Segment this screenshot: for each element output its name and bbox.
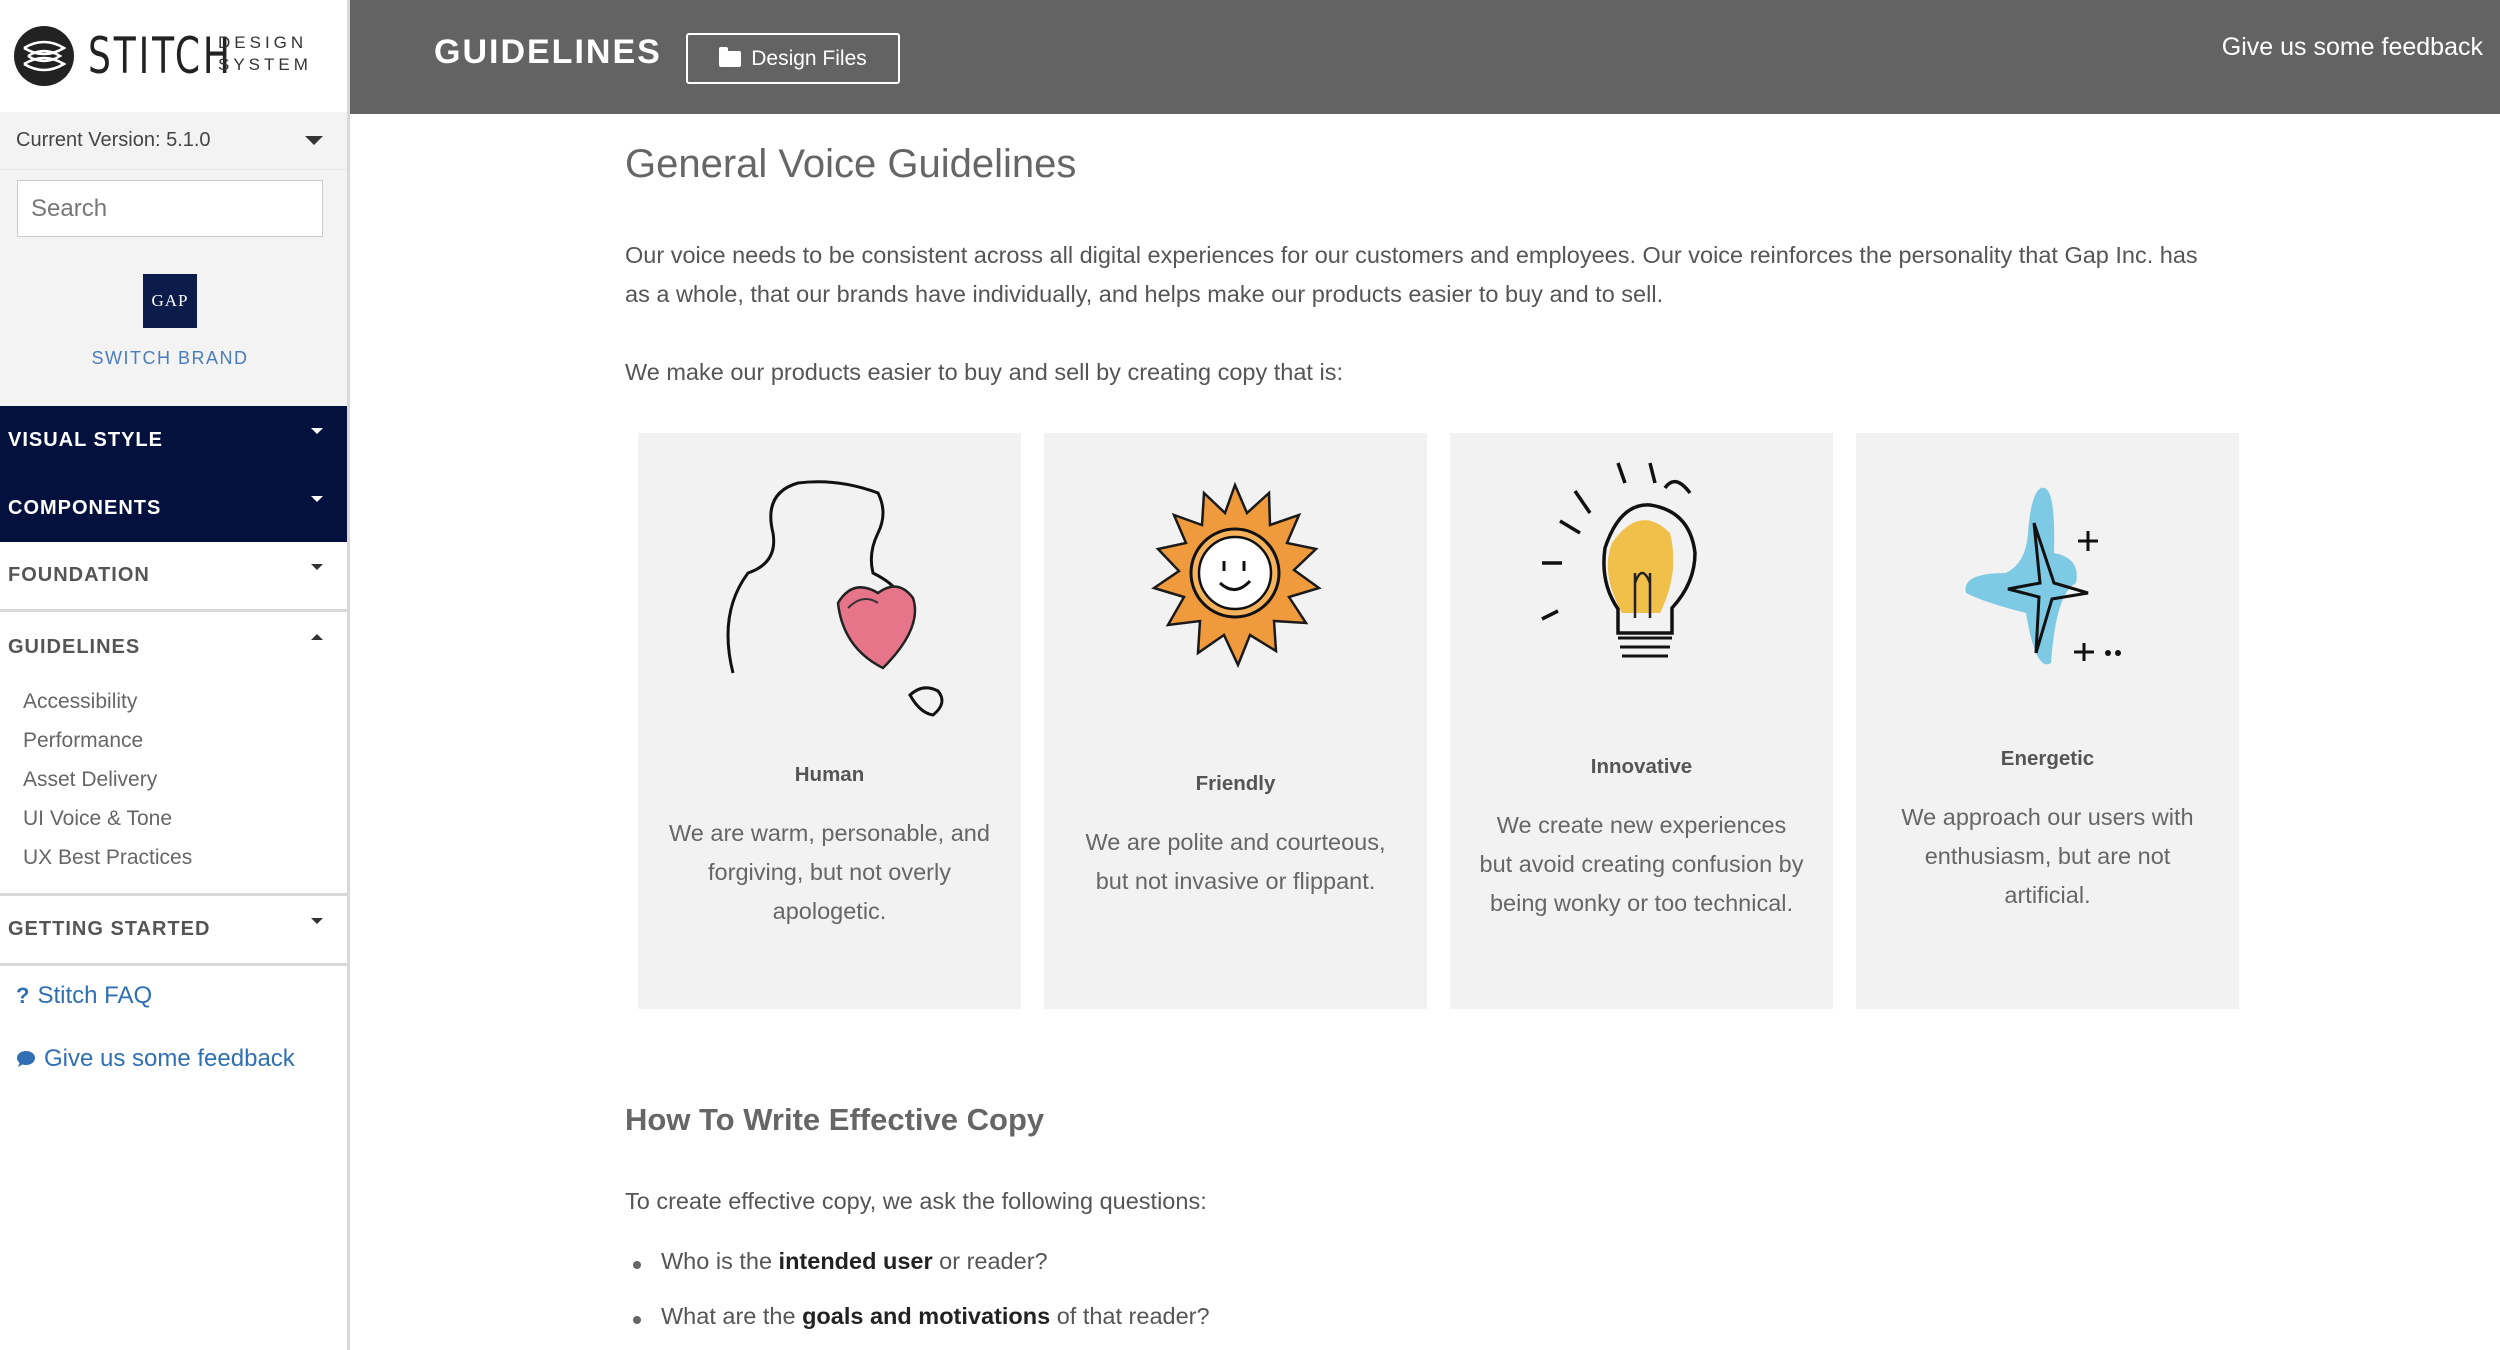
chevron-down-icon [305,136,323,145]
lightbulb-icon [1541,462,1697,658]
stitch-logo-icon [14,26,74,86]
list-item: Who is the intended user or reader? [625,1248,1210,1303]
sidebar-item-ux-best-practices[interactable]: UX Best Practices [0,838,347,877]
guidelines-section: GUIDELINES Accessibility Performance Ass… [0,612,347,896]
sidebar: STITCH DESIGN SYSTEM Current Version: 5.… [0,0,350,1350]
card-title: Friendly [1195,772,1276,795]
speech-bubble-icon [17,1051,35,1067]
stitch-faq-link[interactable]: ? Stitch FAQ [16,982,152,1010]
card-description: We approach our users with enthusiasm, b… [1901,804,2194,908]
caret-down-icon [311,918,323,924]
card-description: We create new experiences but avoid crea… [1479,812,1804,916]
sidebar-item-performance[interactable]: Performance [0,721,347,760]
brand-logo[interactable]: STITCH DESIGN SYSTEM [0,0,347,112]
heart-person-icon [726,480,944,717]
design-files-button[interactable]: Design Files [686,33,900,84]
questions-lead: To create effective copy, we ask the fol… [625,1188,1207,1214]
bullet-dot [633,1316,641,1324]
brand-subtitle: DESIGN SYSTEM [218,33,312,74]
sparkle-icon [1965,487,2121,665]
switch-brand-link[interactable]: SWITCH BRAND [0,348,340,369]
card-description: We are warm, personable, and forgiving, … [669,820,990,924]
card-title: Innovative [1590,755,1693,778]
question-list: Who is the intended user or reader? What… [625,1248,1210,1350]
lead-paragraph: We make our products easier to buy and s… [625,359,1343,385]
intro-paragraph: Our voice needs to be consistent across … [625,242,2198,307]
nav-visual-style[interactable]: VISUAL STYLE [0,406,347,474]
page-title: General Voice Guidelines [625,142,1077,186]
voice-cards: Human We are warm, personable, and forgi… [638,433,2239,1009]
version-selector[interactable]: Current Version: 5.1.0 [0,112,347,170]
sidebar-item-asset-delivery[interactable]: Asset Delivery [0,760,347,799]
card-title: Energetic [2000,747,2095,770]
nav-dark-group: VISUAL STYLE COMPONENTS [0,406,347,542]
nav-foundation[interactable]: FOUNDATION [0,542,347,612]
card-title: Human [794,763,865,786]
top-header: GUIDELINES Design Files Give us some fee… [350,0,2500,114]
nav-guidelines[interactable]: GUIDELINES [0,612,347,682]
caret-down-icon [311,428,323,434]
sidebar-item-ui-voice-tone[interactable]: UI Voice & Tone [0,799,347,838]
card-human: Human We are warm, personable, and forgi… [638,433,1021,1009]
caret-up-icon [311,634,323,640]
nav-components[interactable]: COMPONENTS [0,474,347,542]
caret-down-icon [311,496,323,502]
gap-brand-logo[interactable]: GAP [143,274,197,328]
page-section-title: GUIDELINES [434,33,662,71]
header-feedback-link[interactable]: Give us some feedback [2222,33,2483,62]
nav-getting-started[interactable]: GETTING STARTED [0,896,347,966]
card-energetic: Energetic We approach our users with ent… [1856,433,2239,1009]
nav-light-group: FOUNDATION GUIDELINES Accessibility Perf… [0,542,347,966]
sidebar-feedback-link[interactable]: Give us some feedback [16,1045,295,1073]
section-heading: How To Write Effective Copy [625,1102,1045,1137]
card-description: We are polite and courteous, but not inv… [1085,829,1386,894]
question-icon: ? [16,983,30,1008]
card-innovative: Innovative We create new experiences but… [1450,433,1833,1009]
brand-name: STITCH [88,27,233,85]
folder-icon [719,46,742,67]
caret-down-icon [311,564,323,570]
bullet-dot [633,1261,641,1269]
search-input[interactable]: Search [17,180,323,237]
sidebar-item-accessibility[interactable]: Accessibility [0,682,347,721]
smiling-sun-icon [1151,481,1322,669]
card-friendly: Friendly We are polite and courteous, bu… [1044,433,1427,1009]
list-item: What are the goals and motivations of th… [625,1303,1210,1350]
